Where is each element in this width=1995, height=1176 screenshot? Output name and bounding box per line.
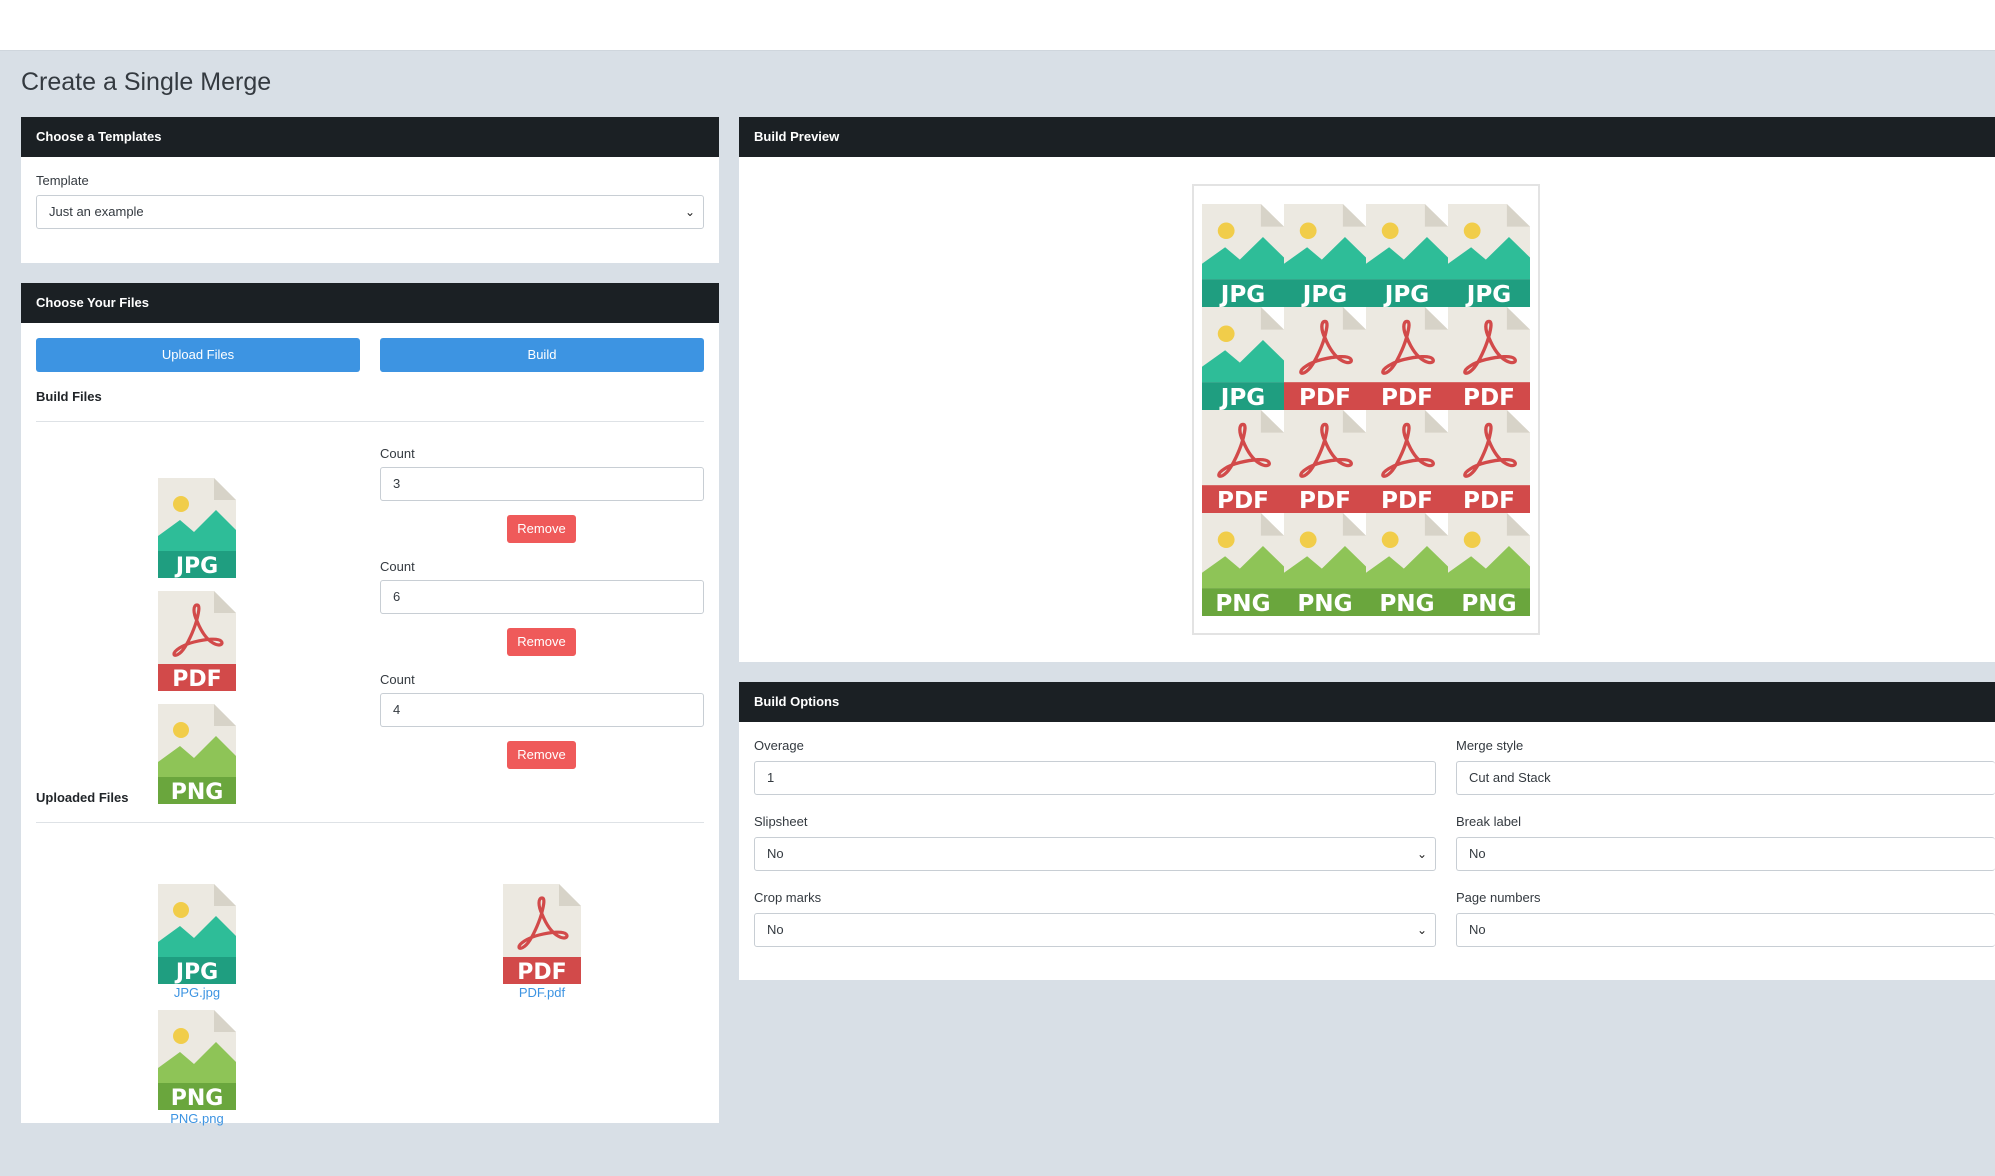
jpg-preview-icon: JPG <box>1202 307 1284 410</box>
break-label-label: Break label <box>1456 814 1522 829</box>
jpg-preview-icon: JPG <box>1448 204 1530 307</box>
file-type-label: PDF <box>1299 488 1351 513</box>
file-type-label: JPG <box>1383 282 1430 307</box>
template-select-value: Just an example <box>49 204 144 219</box>
file-type-label: JPG <box>1465 282 1512 307</box>
options-card-header: Build Options <box>739 682 1995 722</box>
preview-card-header: Build Preview <box>739 117 1995 157</box>
overage-label: Overage <box>754 738 804 753</box>
crop-marks-select[interactable]: No ⌄ <box>754 913 1436 947</box>
jpg-preview-icon: JPG <box>1366 204 1448 307</box>
uploaded-file-link[interactable]: PNG.png <box>137 1111 257 1126</box>
pdf-preview-icon: PDF <box>1366 307 1448 410</box>
pdf-preview-icon: PDF <box>1448 410 1530 513</box>
pdf-preview-icon: PDF <box>1366 410 1448 513</box>
slipsheet-label: Slipsheet <box>754 814 808 829</box>
build-files-divider <box>36 421 704 422</box>
uploaded-files-divider <box>36 822 704 823</box>
template-card: Choose a Templates Template Just an exam… <box>21 117 719 263</box>
page-numbers-label: Page numbers <box>1456 890 1541 905</box>
file-type-label: PNG <box>1215 591 1270 616</box>
crop-marks-label: Crop marks <box>754 890 822 905</box>
files-card: Choose Your Files Upload Files Build Bui… <box>21 283 719 1126</box>
merge-style-label: Merge style <box>1456 738 1524 753</box>
file-type-label: PNG <box>1297 591 1352 616</box>
slipsheet-select[interactable]: No ⌄ <box>754 837 1436 871</box>
pdf-file-icon: PDF <box>158 591 236 691</box>
file-type-label: JPG <box>174 960 218 984</box>
uploaded-file-link[interactable]: PDF.pdf <box>482 985 602 1000</box>
file-type-label: PDF <box>517 960 566 984</box>
png-preview-icon: PNG <box>1284 513 1366 616</box>
uploaded-files-title: Uploaded Files <box>36 790 129 805</box>
png-preview-icon: PNG <box>1366 513 1448 616</box>
remove-button[interactable]: Remove <box>507 515 576 543</box>
count-input[interactable]: 6 <box>380 580 704 614</box>
file-type-label: PDF <box>172 667 221 691</box>
file-type-label: PNG <box>1379 591 1434 616</box>
chevron-down-icon: ⌄ <box>1416 923 1427 937</box>
file-type-label: PNG <box>171 1086 224 1110</box>
remove-button[interactable]: Remove <box>507 628 576 656</box>
options-card: Build Options Overage 1 Merge style Cut … <box>739 682 1995 980</box>
upload-files-button[interactable]: Upload Files <box>36 338 360 372</box>
png-file-icon: PNG <box>158 704 236 804</box>
build-button[interactable]: Build <box>380 338 704 372</box>
file-type-label: PDF <box>1381 385 1433 410</box>
top-navbar <box>0 0 1995 51</box>
pdf-preview-icon: PDF <box>1284 410 1366 513</box>
break-label-input[interactable]: No <box>1456 837 1995 871</box>
pdf-preview-icon: PDF <box>1448 307 1530 410</box>
file-type-label: JPG <box>1219 385 1266 410</box>
file-type-label: PDF <box>1463 385 1515 410</box>
page-title: Create a Single Merge <box>21 68 272 96</box>
count-input[interactable]: 4 <box>380 693 704 727</box>
file-type-label: PDF <box>1381 488 1433 513</box>
jpg-preview-icon: JPG <box>1284 204 1366 307</box>
chevron-down-icon: ⌄ <box>684 205 695 219</box>
count-label: Count <box>380 672 415 687</box>
file-type-label: PDF <box>1217 488 1269 513</box>
template-label: Template <box>36 173 89 188</box>
uploaded-file-link[interactable]: JPG.jpg <box>137 985 257 1000</box>
jpg-file-icon: JPG <box>158 478 236 578</box>
pdf-preview-icon: PDF <box>1202 410 1284 513</box>
file-type-label: PNG <box>171 780 224 804</box>
chevron-down-icon: ⌄ <box>1416 847 1427 861</box>
build-files-title: Build Files <box>36 389 102 404</box>
file-type-label: JPG <box>174 554 218 578</box>
merge-style-input[interactable]: Cut and Stack <box>1456 761 1995 795</box>
pdf-preview-icon: PDF <box>1284 307 1366 410</box>
count-input[interactable]: 3 <box>380 467 704 501</box>
page-numbers-input[interactable]: No <box>1456 913 1995 947</box>
file-type-label: JPG <box>1219 282 1266 307</box>
file-type-label: JPG <box>1301 282 1348 307</box>
jpg-preview-icon: JPG <box>1202 204 1284 307</box>
preview-sheet: JPG JPG JPG JPG JPG PDF PDF PDF PDF PDF PDF PDF PNG P… <box>1192 184 1540 635</box>
png-file-icon: PNG <box>158 1010 236 1110</box>
png-preview-icon: PNG <box>1448 513 1530 616</box>
files-card-header: Choose Your Files <box>21 283 719 323</box>
count-label: Count <box>380 559 415 574</box>
file-type-label: PNG <box>1461 591 1516 616</box>
file-type-label: PDF <box>1299 385 1351 410</box>
crop-marks-select-value: No <box>767 922 784 937</box>
count-label: Count <box>380 446 415 461</box>
slipsheet-select-value: No <box>767 846 784 861</box>
jpg-file-icon: JPG <box>158 884 236 984</box>
remove-button[interactable]: Remove <box>507 741 576 769</box>
overage-input[interactable]: 1 <box>754 761 1436 795</box>
pdf-file-icon: PDF <box>503 884 581 984</box>
png-preview-icon: PNG <box>1202 513 1284 616</box>
template-select[interactable]: Just an example ⌄ <box>36 195 704 229</box>
template-card-header: Choose a Templates <box>21 117 719 157</box>
file-type-label: PDF <box>1463 488 1515 513</box>
